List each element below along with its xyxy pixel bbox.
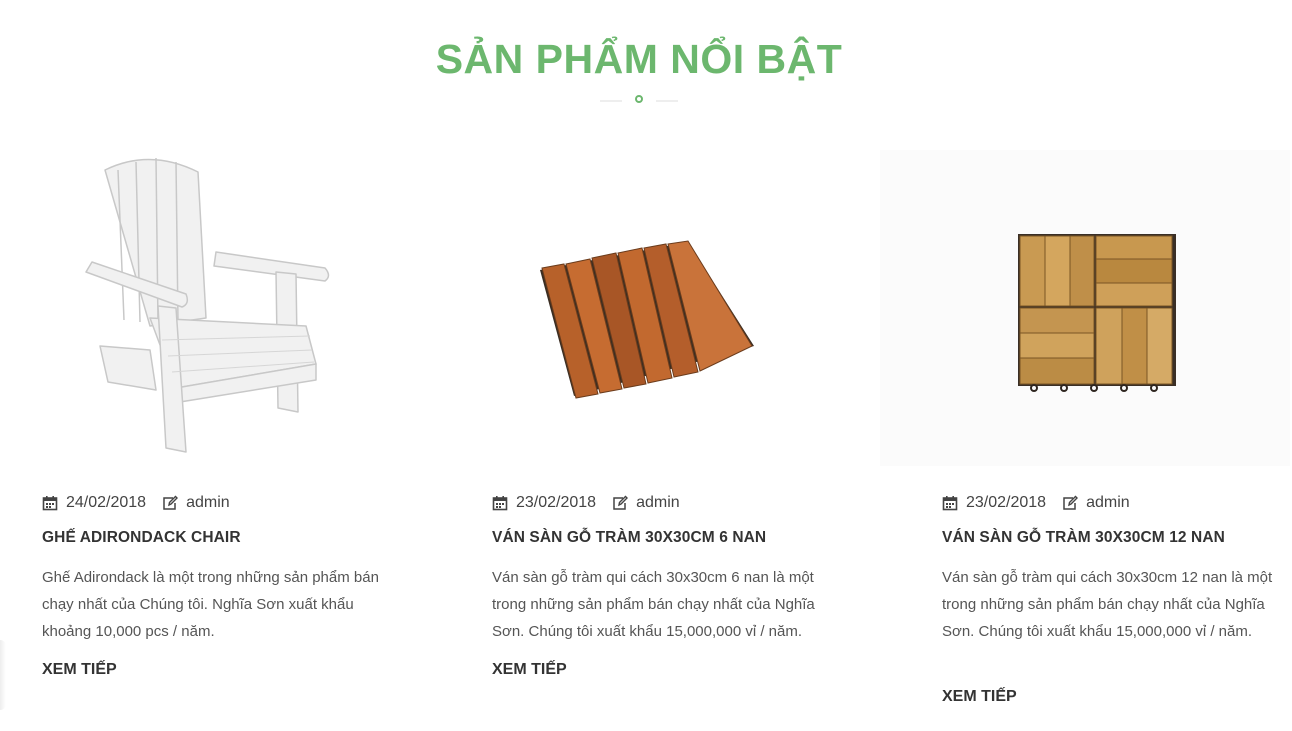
product-image[interactable]	[880, 150, 1290, 466]
product-excerpt: Ván sàn gỗ tràm qui cách 30x30cm 6 nan l…	[492, 569, 815, 640]
product-card: 23/02/2018 admin VÁN SÀN GỖ TRÀM 30X30CM…	[450, 150, 860, 678]
post-author[interactable]: admin	[636, 494, 680, 512]
calendar-icon	[942, 496, 958, 511]
post-meta: 24/02/2018 admin	[42, 494, 230, 512]
post-meta: 23/02/2018 admin	[492, 494, 680, 512]
read-more-link[interactable]: XEM TIẾP	[492, 661, 567, 679]
post-date: 24/02/2018	[66, 494, 147, 511]
deck-tile-6-slat-image	[540, 240, 754, 399]
calendar-icon	[42, 496, 58, 511]
edit-icon	[613, 495, 629, 510]
post-meta: 23/02/2018 admin	[942, 494, 1130, 512]
product-title[interactable]: VÁN SÀN GỖ TRÀM 30X30CM 6 NAN	[492, 529, 766, 547]
edit-icon	[163, 495, 179, 510]
product-excerpt: Ván sàn gỗ tràm qui cách 30x30cm 12 nan …	[942, 569, 1273, 640]
product-image[interactable]	[450, 150, 860, 466]
product-card: 24/02/2018 admin GHẾ ADIRONDACK CHAIR Gh…	[0, 150, 410, 678]
product-title[interactable]: VÁN SÀN GỖ TRÀM 30X30CM 12 NAN	[942, 529, 1225, 547]
post-date: 23/02/2018	[966, 494, 1047, 511]
edit-icon	[1063, 495, 1079, 510]
product-image[interactable]	[0, 150, 410, 466]
product-excerpt: Ghế Adirondack là một trong những sản ph…	[42, 569, 379, 640]
section-title: SẢN PHẨM NỔI BẬT	[435, 36, 843, 82]
read-more-link[interactable]: XEM TIẾP	[42, 661, 117, 679]
edge-shadow	[0, 640, 6, 710]
read-more-link[interactable]: XEM TIẾP	[942, 688, 1017, 706]
title-divider	[600, 95, 678, 103]
calendar-icon	[492, 496, 508, 511]
post-author[interactable]: admin	[186, 494, 230, 512]
product-title[interactable]: GHẾ ADIRONDACK CHAIR	[42, 529, 241, 547]
post-author[interactable]: admin	[1086, 494, 1130, 512]
deck-tile-12-slat-image	[1018, 234, 1176, 392]
product-card: 23/02/2018 admin VÁN SÀN GỖ TRÀM 30X30CM…	[880, 150, 1290, 705]
adirondack-chair-image	[85, 157, 330, 453]
post-date: 23/02/2018	[516, 494, 597, 511]
